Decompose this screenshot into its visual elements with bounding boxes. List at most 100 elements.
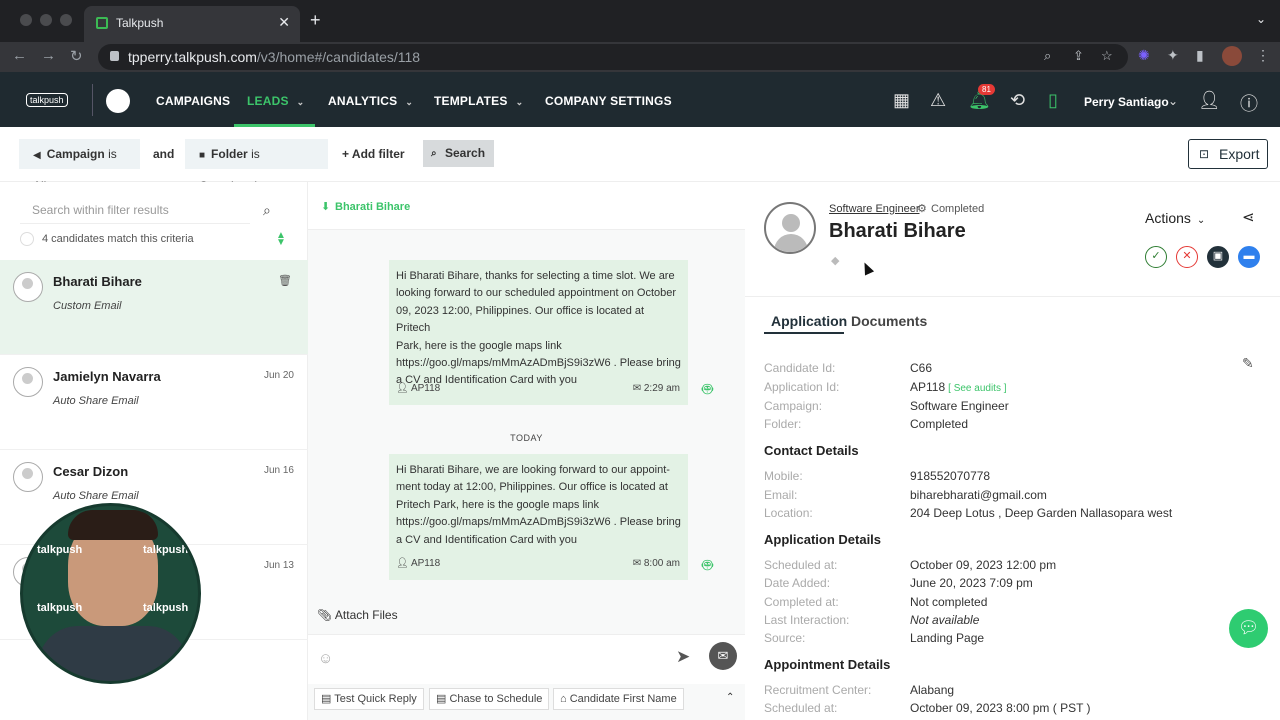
zoom-search-icon[interactable]: ⌕ [1044,48,1051,64]
reload-icon[interactable]: ↻ [70,47,83,65]
tab-application[interactable]: Application [771,313,847,329]
extensions-puzzle-icon[interactable]: ✦ [1167,47,1179,64]
candidate-row[interactable]: Bharati Bihare Custom Email 🗑︎ [0,260,308,355]
conversation-panel: ⬇ Bharati Bihare Hi Bharati Bihare, than… [308,182,745,720]
field-label: Recruitment Center: [764,683,872,697]
section-title: Application Details [764,532,882,547]
quick-reply-button[interactable]: ▤ Chase to Schedule [429,688,550,710]
user-menu-chevron-icon[interactable]: ⌄ [1168,94,1178,108]
organization-avatar[interactable] [106,89,130,113]
support-chat-button[interactable]: 💬︎ [1229,609,1268,648]
mobile-phone-icon[interactable]: ▯ [1048,90,1058,111]
chat-icon: ▤ [321,693,332,705]
message-line: Hi Bharati Bihare, thanks for selecting … [396,270,675,282]
user-shield-icon[interactable]: 👤︎ [1198,90,1221,111]
last-interaction-value: Not available [910,613,980,627]
chevron-up-icon[interactable]: ⌃ [726,692,734,703]
folder-filter-chip[interactable]: ■Folder is Completed [185,139,328,193]
search-button[interactable]: ⌕ Search [423,140,494,167]
help-icon[interactable]: ⓘ [1240,90,1258,116]
share-icon[interactable]: ⋖ [1242,208,1255,226]
filter-search-input[interactable]: Search within filter results [20,196,250,224]
avatar [764,202,816,254]
location-value: 204 Deep Lotus , Deep Garden Nallasopara… [910,506,1173,520]
actions-dropdown[interactable]: Actions ⌄ [1145,210,1205,226]
message-composer[interactable]: ☺ ➤ ✉ [308,634,745,684]
field-label: Campaign: [764,399,823,413]
pencil-icon[interactable]: ✎ [1242,355,1254,372]
browser-menu-icon[interactable]: ⋮ [1256,47,1270,64]
export-button[interactable]: ⊡ Export [1188,139,1268,169]
field-label: Date Added: [764,576,831,590]
window-minimize-button[interactable] [40,14,52,26]
briefcase-icon[interactable]: ▣ [1207,246,1229,268]
nav-campaigns[interactable]: CAMPAIGNS [156,94,230,108]
presenter-shirt [38,626,188,681]
field-label: Location: [764,506,813,520]
window-zoom-button[interactable] [60,14,72,26]
calendar-icon[interactable]: ▦ [893,90,910,111]
webcam-overlay: talkpush talkpush talkpush talkpush [20,503,201,684]
sort-icon[interactable]: ▲ ▼ [276,231,286,248]
message-line: Pritech Park, here is the google maps li… [396,498,599,511]
conversation-candidate-name[interactable]: Bharati Bihare [335,201,410,213]
match-count-text: 4 candidates match this criteria [42,233,194,245]
tab-search-chevron-icon[interactable]: ⌄ [1256,12,1266,26]
page-title: Bharati Bihare [829,220,966,242]
quick-reply-button[interactable]: ⌂ Candidate First Name [553,688,684,710]
quick-reply-button[interactable]: ▤ Test Quick Reply [314,688,424,710]
search-icon[interactable]: ⌕ [263,202,271,219]
nav-company-settings[interactable]: COMPANY SETTINGS [545,94,672,108]
active-tab-underline [764,332,844,334]
tab-documents[interactable]: Documents [851,313,927,329]
nav-leads[interactable]: LEADS ⌄ [247,94,304,108]
alert-message-icon[interactable]: ⚠ [930,90,946,111]
candidate-date: Jun 20 [263,370,294,381]
close-tab-icon[interactable]: ✕ [278,14,290,31]
talkpush-logo[interactable]: talkpush [26,93,68,107]
message-line: Park, here is the google maps link [396,339,562,352]
nav-templates[interactable]: TEMPLATES ⌄ [434,94,523,108]
window-close-button[interactable] [20,14,32,26]
url-text: tpperry.talkpush.com/v3/home#/candidates… [128,49,421,65]
field-label: Application Id: [764,380,840,394]
attach-files-button[interactable]: 📎︎ Attach Files [317,608,398,622]
reject-x-icon[interactable]: ✕ [1176,246,1198,268]
job-link[interactable]: Software Engineer [829,203,920,215]
approve-check-icon[interactable]: ✓ [1145,246,1167,268]
email-channel-button[interactable]: ✉ [709,642,737,670]
trash-icon[interactable]: 🗑︎ [278,274,292,287]
candidate-last-message: Auto Share Email [53,490,139,502]
bookmark-star-icon[interactable]: ☆ [1101,48,1113,64]
message-time: ✉ 8:00 am [632,557,680,569]
new-tab-button[interactable]: + [310,10,321,30]
profile-avatar[interactable] [1222,46,1242,66]
folder-icon[interactable]: ▬ [1238,246,1260,268]
user-name[interactable]: Perry Santiago [1084,95,1169,109]
robot-icon: 🤖︎ [702,379,713,399]
browser-tab[interactable]: Talkpush ✕ [84,6,300,42]
nav-analytics[interactable]: ANALYTICS ⌄ [328,94,413,108]
mobile-value: 918552070778 [910,469,991,483]
candidate-date: Jun 13 [263,560,294,571]
select-all-checkbox[interactable] [20,232,34,246]
address-bar[interactable]: tpperry.talkpush.com/v3/home#/candidates… [98,44,1128,70]
message-line: https://goo.gl/maps/mMmAzADmBjS9i3zW6 . … [396,516,681,529]
side-panel-icon[interactable]: ▮ [1196,47,1204,64]
search-icon: ⌕ [431,148,437,159]
extension-icon[interactable]: ✺ [1138,47,1150,64]
emoji-icon[interactable]: ☺ [318,650,333,667]
share-page-icon[interactable]: ⇪ [1073,48,1084,64]
send-icon[interactable]: ➤ [676,647,690,667]
campaign-filter-chip[interactable]: ◀Campaign is All [19,139,140,193]
field-label: Completed at: [764,595,839,609]
back-arrow-icon[interactable]: ← [12,47,27,64]
candidate-last-message: Auto Share Email [53,395,139,407]
candidate-row[interactable]: Jamielyn Navarra Auto Share Email Jun 20 [0,355,308,450]
history-icon[interactable]: ⟲ [1010,90,1025,111]
field-label: Folder: [764,417,802,431]
add-filter-button[interactable]: + Add filter [342,147,405,161]
forward-arrow-icon[interactable]: → [41,47,56,64]
rocket-icon[interactable]: ◆ [831,254,839,267]
see-audits-link[interactable]: [ See audits ] [948,383,1006,394]
